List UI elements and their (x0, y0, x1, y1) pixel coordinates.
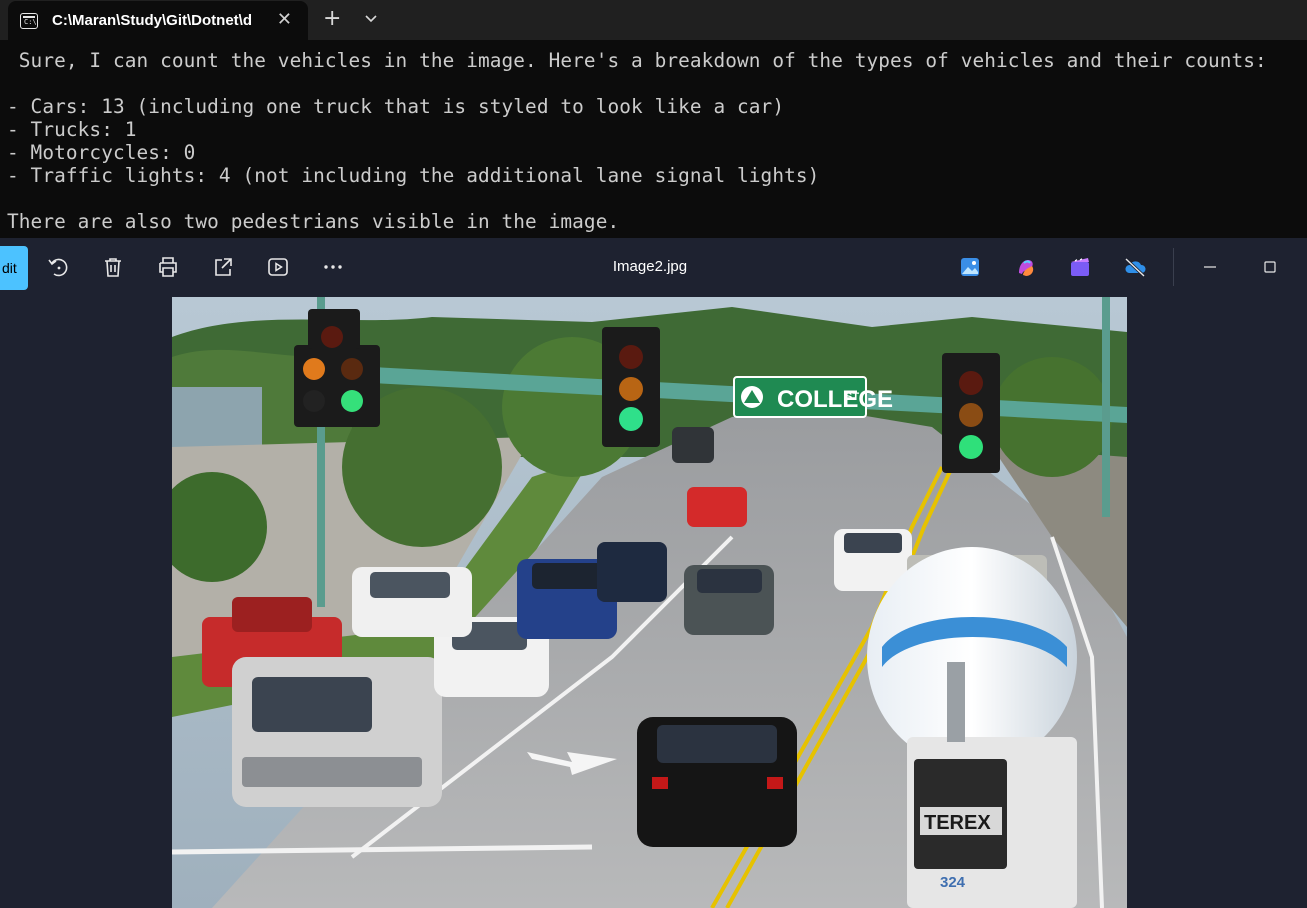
share-icon[interactable] (211, 255, 235, 279)
new-tab-button[interactable]: + (323, 6, 341, 32)
terminal-line: - Cars: 13 (including one truck that is … (7, 95, 785, 118)
terminal-output[interactable]: Sure, I can count the vehicles in the im… (0, 40, 1307, 238)
vehicle (687, 487, 747, 527)
toolbar-separator (1173, 248, 1174, 286)
terminal-icon: C:\ (20, 12, 38, 29)
photos-viewer: dit Image2.jpg COLLEGE ST TEREX 324 (0, 238, 1307, 908)
photos-app-icon[interactable] (958, 255, 982, 279)
delete-icon[interactable] (101, 255, 125, 279)
vehicle (672, 427, 714, 463)
copilot-icon[interactable] (1014, 255, 1038, 279)
vehicle (684, 565, 774, 635)
street-sign-text: COLLEGE (777, 386, 893, 413)
vehicle (637, 717, 797, 847)
print-icon[interactable] (156, 255, 180, 279)
terminal-line: Sure, I can count the vehicles in the im… (7, 49, 1267, 72)
onedrive-icon[interactable] (1123, 255, 1147, 279)
traffic-photo[interactable]: COLLEGE ST TEREX 324 (172, 297, 1127, 908)
vehicle (352, 567, 472, 637)
maximize-icon[interactable] (1258, 255, 1282, 279)
traffic-light (942, 353, 1000, 473)
truck-brand: TEREX (924, 812, 991, 834)
truck-number: 324 (940, 874, 966, 891)
street-sign-suffix: ST (845, 391, 859, 403)
image-file-name: Image2.jpg (612, 258, 688, 275)
terminal-line: - Traffic lights: 4 (not including the a… (7, 164, 820, 187)
slideshow-icon[interactable] (266, 255, 290, 279)
terminal-line: There are also two pedestrians visible i… (7, 210, 620, 233)
more-icon[interactable] (321, 255, 345, 279)
vehicle (597, 542, 667, 602)
terminal-tab-title: C:\Maran\Study\Git\Dotnet\d (52, 12, 252, 29)
chevron-down-icon[interactable] (362, 10, 380, 28)
terminal-tab-bar: C:\ C:\Maran\Study\Git\Dotnet\d ✕ + (0, 0, 1307, 40)
vehicle (232, 657, 442, 807)
rotate-icon[interactable] (46, 255, 70, 279)
clipchamp-icon[interactable] (1068, 255, 1092, 279)
terminal-tab[interactable]: C:\ C:\Maran\Study\Git\Dotnet\d ✕ (8, 1, 308, 40)
terminal-line: - Trucks: 1 (7, 118, 137, 141)
edit-button[interactable]: dit (0, 246, 28, 290)
minimize-icon[interactable] (1198, 255, 1222, 279)
terminal-line: - Motorcycles: 0 (7, 141, 196, 164)
viewer-toolbar: dit Image2.jpg (0, 238, 1307, 297)
traffic-light (602, 327, 660, 447)
close-tab-icon[interactable]: ✕ (277, 10, 292, 30)
